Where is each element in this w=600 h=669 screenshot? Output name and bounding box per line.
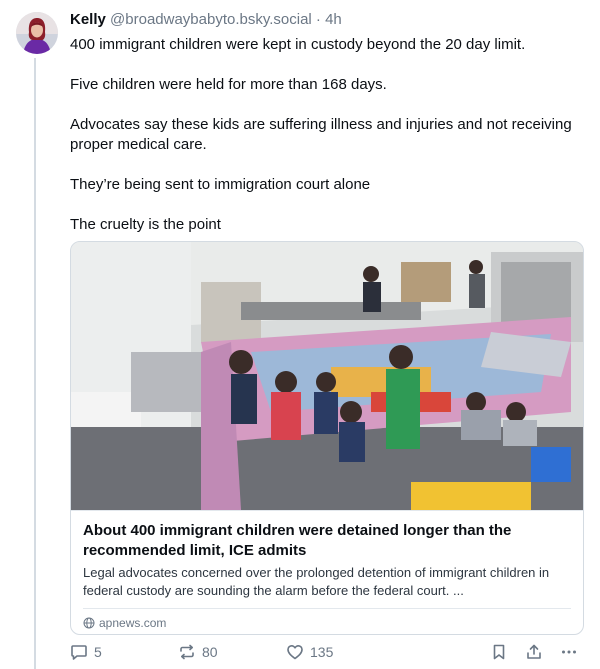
card-domain: apnews.com <box>83 615 571 631</box>
avatar-image <box>16 12 58 54</box>
repost-button[interactable]: 80 <box>178 643 218 661</box>
card-divider <box>83 608 571 609</box>
like-button[interactable]: 135 <box>286 643 333 661</box>
reply-count: 5 <box>94 644 102 660</box>
card-image[interactable] <box>71 242 584 510</box>
more-dots-icon <box>562 650 576 654</box>
card-title[interactable]: About 400 immigrant children were detain… <box>83 521 571 561</box>
link-card[interactable]: About 400 immigrant children were detain… <box>70 241 584 635</box>
heart-icon <box>287 645 303 660</box>
share-icon <box>527 644 541 659</box>
globe-icon <box>83 617 95 629</box>
bookmark-button[interactable] <box>490 643 508 661</box>
more-options-button[interactable] <box>560 643 578 661</box>
reply-button[interactable]: 5 <box>70 643 102 661</box>
speech-bubble-icon <box>71 645 87 660</box>
repost-arrows-icon <box>180 644 194 660</box>
post-text: 400 immigrant children were kept in cust… <box>70 35 586 235</box>
post-paragraph: Advocates say these kids are suffering i… <box>70 116 572 153</box>
card-description: Legal advocates concerned over the prolo… <box>83 565 550 598</box>
post-paragraph: The cruelty is the point <box>70 216 221 233</box>
like-count: 135 <box>310 644 334 660</box>
post-actions: 5 80 135 <box>70 643 586 667</box>
post-paragraph: Five children were held for more than 16… <box>70 76 387 93</box>
post-paragraph: They’re being sent to immigration court … <box>70 176 371 193</box>
bookmark-icon <box>493 644 505 660</box>
avatar[interactable] <box>16 12 58 54</box>
card-domain-text: apnews.com <box>99 616 167 630</box>
author-name[interactable]: Kelly <box>70 11 106 28</box>
post: Kelly @broadwaybabyto.bsky.social · 4h 4… <box>70 10 586 635</box>
post-time[interactable]: 4h <box>325 11 342 28</box>
post-paragraph: 400 immigrant children were kept in cust… <box>70 36 526 53</box>
separator-dot: · <box>315 11 321 28</box>
author-handle[interactable]: @broadwaybabyto.bsky.social <box>110 11 312 28</box>
post-header: Kelly @broadwaybabyto.bsky.social · 4h <box>70 10 586 30</box>
thread-line <box>34 58 36 669</box>
repost-count: 80 <box>202 644 218 660</box>
share-button[interactable] <box>525 643 543 661</box>
card-info: About 400 immigrant children were detain… <box>71 510 583 631</box>
